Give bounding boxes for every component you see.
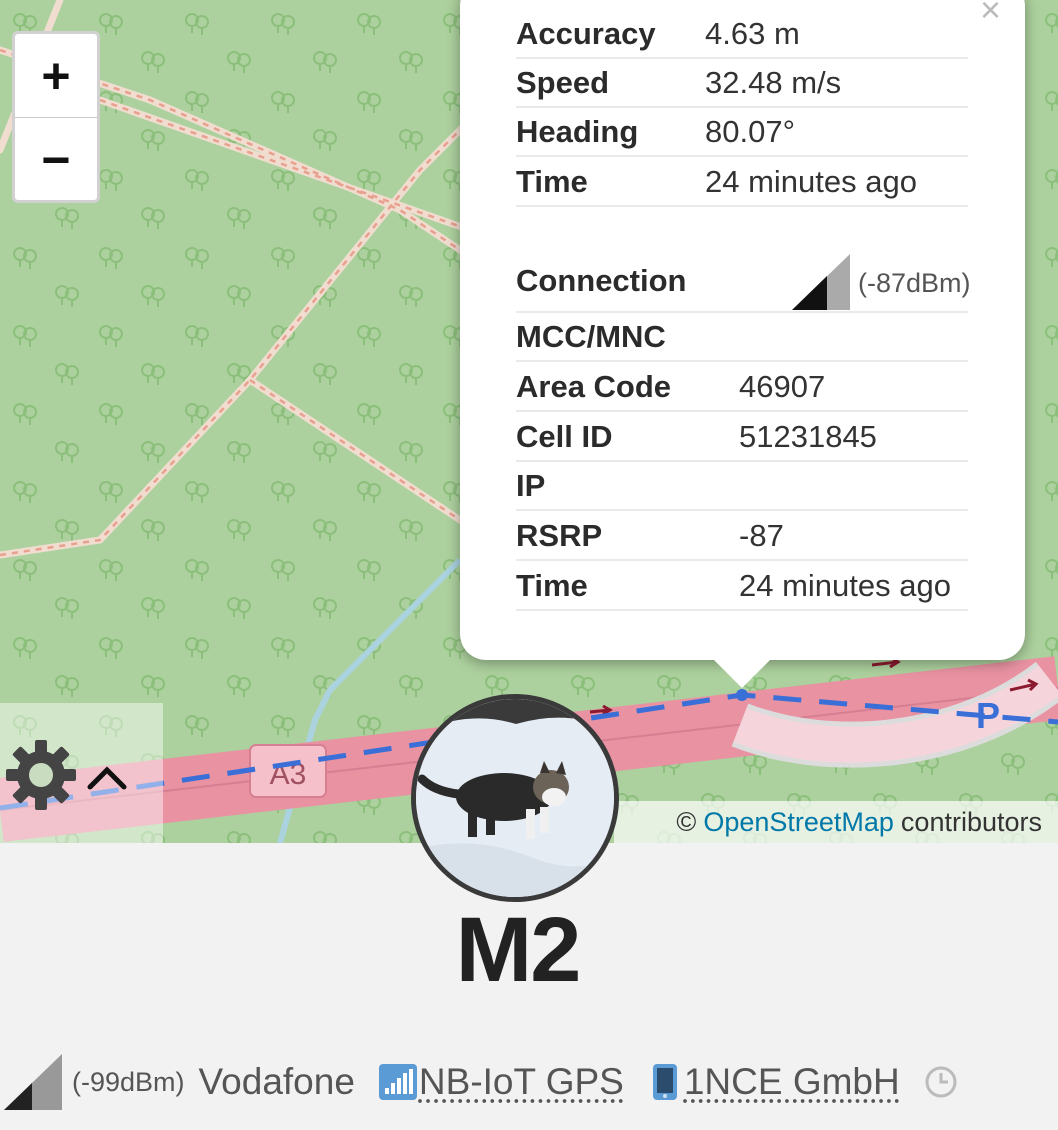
row-key: Speed xyxy=(516,64,610,100)
signal-strength-icon xyxy=(4,1054,62,1110)
row-value: 32.48 m/s xyxy=(705,64,842,100)
row-value: 4.63 m xyxy=(705,15,800,51)
popup-tip xyxy=(712,658,772,688)
provider-label: 1NCE GmbH xyxy=(683,1061,900,1102)
close-icon[interactable]: × xyxy=(980,0,1001,28)
popup-row-cell-id: Cell ID 51231845 xyxy=(516,413,968,462)
popup-row-area-code: Area Code 46907 xyxy=(516,363,968,412)
popup-row-cell-time: Time 24 minutes ago xyxy=(516,562,968,611)
row-key: Area Code xyxy=(516,368,672,404)
device-avatar[interactable] xyxy=(411,694,619,902)
osm-link[interactable]: OpenStreetMap xyxy=(703,807,894,838)
device-name: M2 xyxy=(455,899,582,1001)
signal-bars-icon xyxy=(378,1064,417,1100)
popup-row-ip: IP xyxy=(516,462,968,511)
row-key: Connection xyxy=(516,262,687,298)
row-key: Accuracy xyxy=(516,15,656,51)
sim-provider[interactable]: 1NCE GmbH xyxy=(652,1061,900,1103)
popup-row-time: Time 24 minutes ago xyxy=(516,158,968,207)
row-key: Time xyxy=(516,567,588,603)
row-key: Time xyxy=(516,163,588,199)
footer-dbm: (-99dBm) xyxy=(72,1066,185,1097)
network-label: NB-IoT GPS xyxy=(418,1061,624,1102)
row-value: 24 minutes ago xyxy=(739,567,951,603)
popup-row-heading: Heading 80.07° xyxy=(516,108,968,157)
network-type[interactable]: NB-IoT GPS xyxy=(378,1061,624,1103)
zoom-control: + − xyxy=(12,31,100,203)
row-key: Cell ID xyxy=(516,418,613,454)
popup-row-rsrp: RSRP -87 xyxy=(516,512,968,561)
row-value: 80.07° xyxy=(705,113,795,149)
signal-strength-icon xyxy=(792,254,850,310)
cat-photo xyxy=(416,699,614,897)
parking-label: P xyxy=(976,695,1000,736)
row-key: IP xyxy=(516,467,546,503)
operator-name: Vodafone xyxy=(198,1061,355,1102)
popup-row-accuracy: Accuracy 4.63 m xyxy=(516,10,968,59)
row-value: -87 xyxy=(739,517,784,553)
chevron-up-icon[interactable] xyxy=(86,762,128,792)
popup-row-speed: Speed 32.48 m/s xyxy=(516,59,968,108)
zoom-in-button[interactable]: + xyxy=(15,34,97,117)
row-value: 51231845 xyxy=(739,418,877,454)
popup-row-mcc-mnc: MCC/MNC xyxy=(516,313,968,362)
clock-icon[interactable] xyxy=(924,1065,958,1099)
status-footer: (-99dBm) Vodafone NB-IoT GPS 1NCE GmbH xyxy=(0,1050,1058,1114)
phone-icon xyxy=(652,1064,677,1100)
row-key: MCC/MNC xyxy=(516,318,666,354)
attribution-prefix: © xyxy=(676,806,697,837)
popup-row-connection: Connection (-87dBm) xyxy=(516,250,971,313)
zoom-out-button[interactable]: − xyxy=(15,117,97,200)
connection-dbm: (-87dBm) xyxy=(858,268,971,298)
attribution-suffix: contributors xyxy=(900,806,1042,837)
row-value: 46907 xyxy=(739,368,826,404)
row-key: RSRP xyxy=(516,517,603,553)
row-key: Heading xyxy=(516,113,639,149)
row-value: 24 minutes ago xyxy=(705,163,917,199)
gear-icon[interactable] xyxy=(4,738,78,812)
map-attribution: © OpenStreetMap contributors xyxy=(614,801,1058,843)
